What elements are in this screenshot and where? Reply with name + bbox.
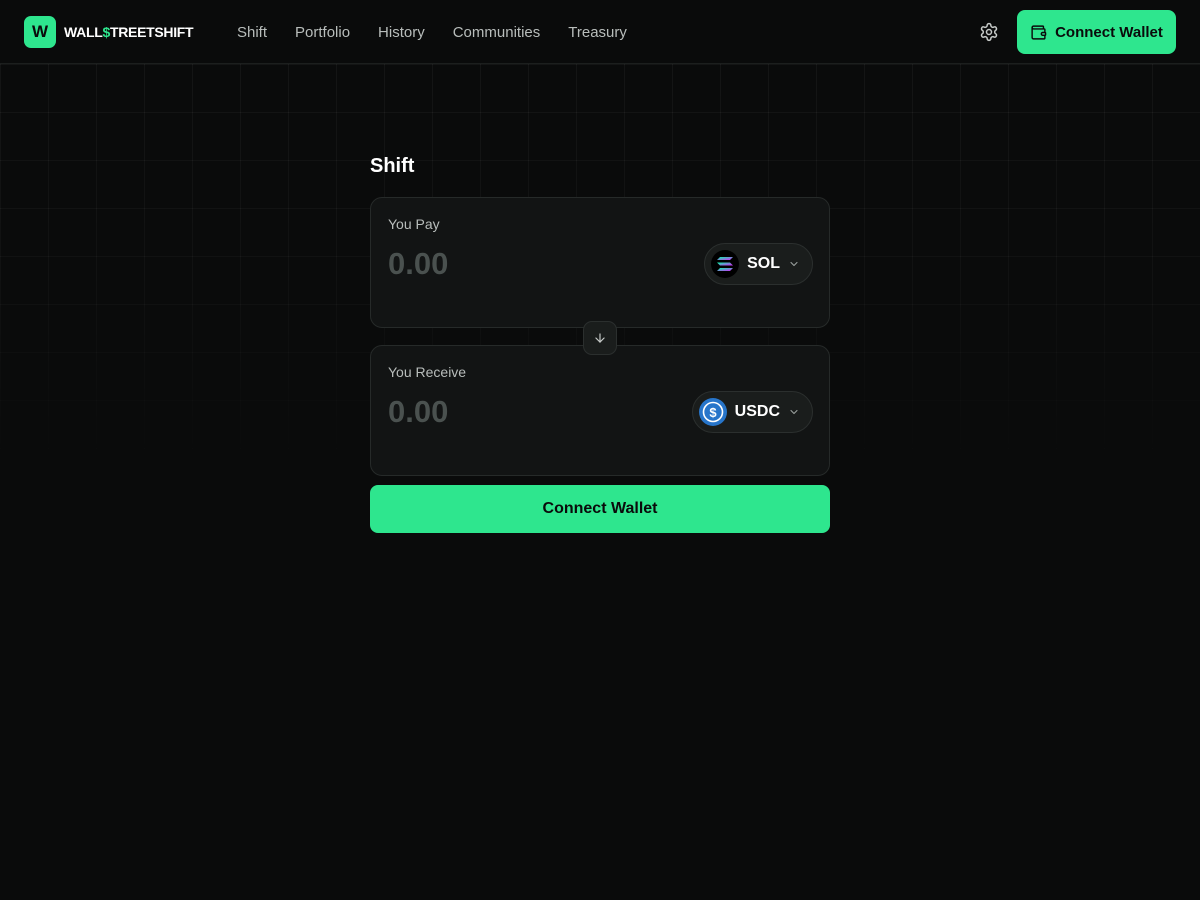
solana-icon xyxy=(711,250,740,278)
brand-logo[interactable]: W WALL$TREETSHIFT xyxy=(24,16,194,48)
nav-item-communities[interactable]: Communities xyxy=(453,24,541,41)
pay-amount-input[interactable] xyxy=(388,244,648,284)
receive-token-name: USDC xyxy=(734,403,780,420)
nav-item-history[interactable]: History xyxy=(378,24,425,41)
brand-name-dollar: $ xyxy=(102,24,110,40)
nav-item-treasury[interactable]: Treasury xyxy=(568,24,627,41)
chevron-down-icon xyxy=(790,409,798,415)
connect-wallet-button[interactable]: Connect Wallet xyxy=(370,485,830,533)
receive-card: You Receive $ USDC xyxy=(370,345,830,476)
receive-amount-input[interactable] xyxy=(388,392,648,432)
logo-badge: W xyxy=(24,16,56,48)
page-title: Shift xyxy=(370,155,415,177)
pay-token-select[interactable]: SOL xyxy=(704,243,813,285)
usdc-icon: $ xyxy=(698,398,727,426)
svg-text:$: $ xyxy=(709,405,717,420)
arrow-down-icon xyxy=(595,333,605,343)
settings-button[interactable] xyxy=(976,19,1002,45)
brand-name-part2: TREETSHIFT xyxy=(109,24,194,40)
receive-label: You Receive xyxy=(388,364,467,380)
header-connect-wallet-button[interactable]: Connect Wallet xyxy=(1017,10,1176,54)
pay-token-name: SOL xyxy=(747,255,780,272)
gear-icon xyxy=(980,22,998,42)
chevron-down-icon xyxy=(790,261,798,267)
nav-item-shift[interactable]: Shift xyxy=(237,24,267,41)
brand-name: WALL$TREETSHIFT xyxy=(64,24,194,40)
header-connect-wallet-label: Connect Wallet xyxy=(1055,23,1163,41)
brand-name-part1: WALL xyxy=(64,24,103,40)
main-nav: Shift Portfolio History Communities Trea… xyxy=(237,0,627,64)
pay-label: You Pay xyxy=(388,216,440,232)
pay-card: You Pay SOL xyxy=(370,197,830,328)
receive-token-select[interactable]: $ USDC xyxy=(691,391,813,433)
nav-item-portfolio[interactable]: Portfolio xyxy=(295,24,350,41)
top-navbar: W WALL$TREETSHIFT Shift Portfolio Histor… xyxy=(0,0,1200,64)
wallet-icon xyxy=(1031,24,1047,40)
swap-direction-button[interactable] xyxy=(583,321,617,355)
